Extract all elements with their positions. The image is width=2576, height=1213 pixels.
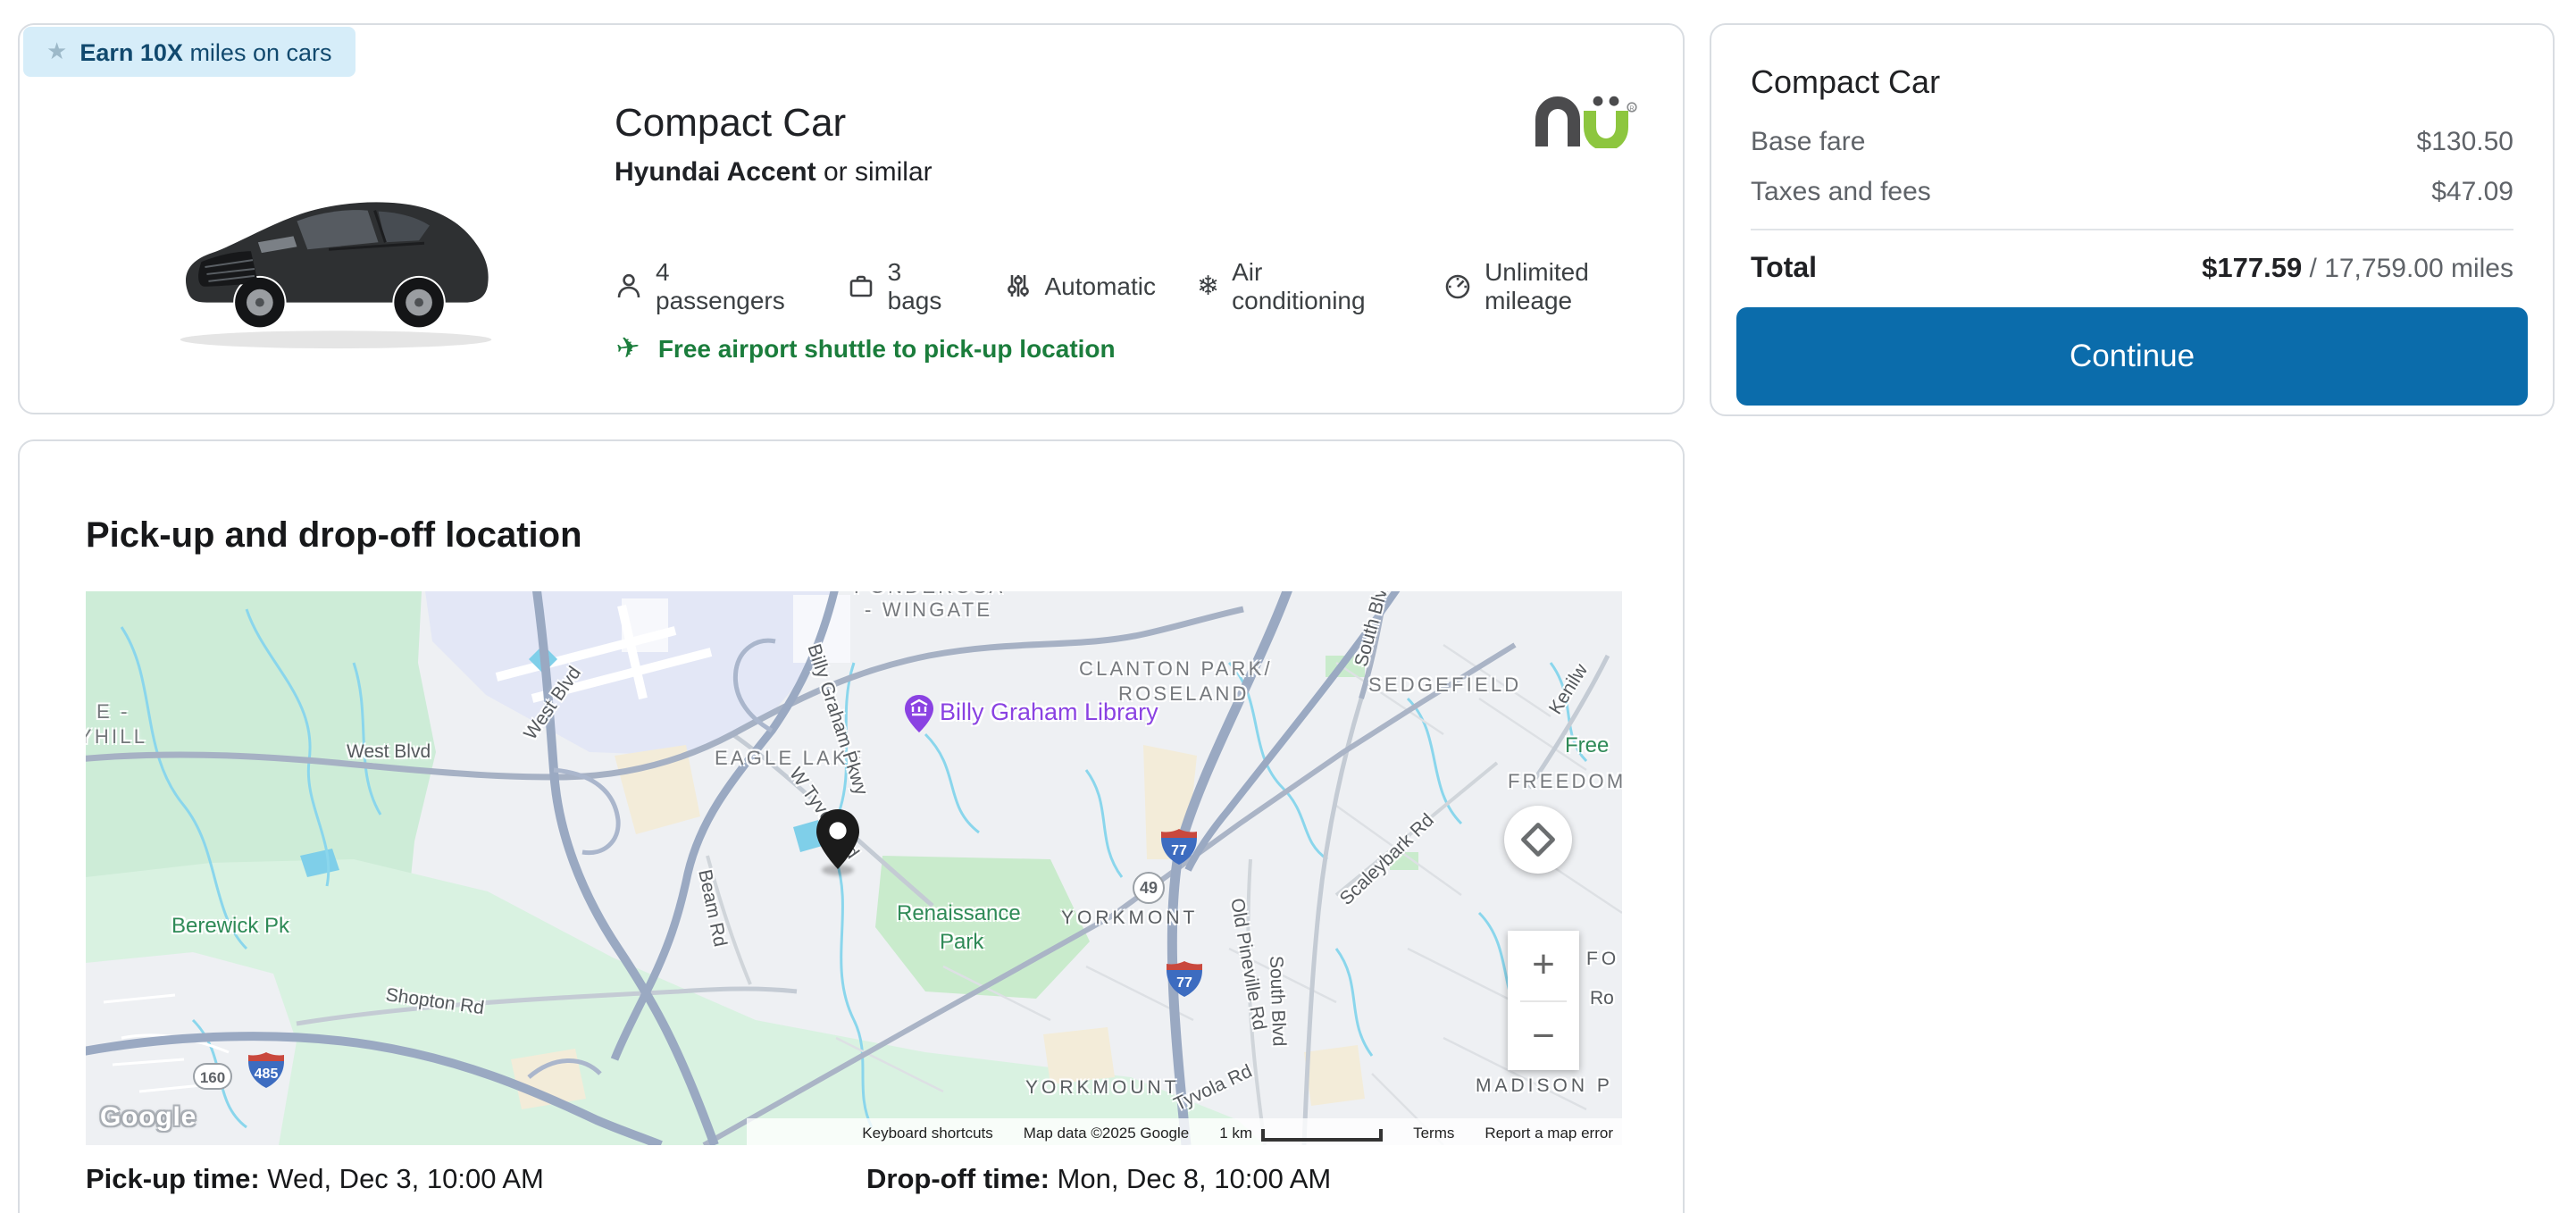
page: ★ Earn 10X miles on cars Compact Car Hyu… [0, 0, 2576, 1213]
vehicle-card: ★ Earn 10X miles on cars Compact Car Hyu… [18, 23, 1685, 414]
google-map[interactable]: PONDEROSA- WINGATECLANTON PARK/ROSELANDS… [86, 591, 1622, 1145]
pickup-location-marker[interactable] [815, 807, 861, 872]
taxes-label: Taxes and fees [1751, 177, 1931, 207]
map-pan-control[interactable] [1504, 806, 1572, 874]
feature-item: ❄ Air conditioning [1197, 257, 1402, 314]
feature-item: Automatic [1003, 272, 1156, 300]
car-photo [159, 182, 513, 354]
svg-text:77: 77 [1176, 975, 1192, 991]
map-label: CLANTON PARK/ [1079, 659, 1273, 681]
location-card: Pick-up and drop-off location [18, 439, 1685, 1213]
map-label: - WINGATE [865, 600, 992, 622]
vehicle-title: Compact Car [615, 100, 846, 146]
summary-divider [1751, 229, 2513, 230]
continue-button[interactable]: Continue [1736, 307, 2528, 406]
transmission-icon [1003, 272, 1032, 300]
location-heading: Pick-up and drop-off location [86, 516, 582, 557]
base-fare-label: Base fare [1751, 127, 1865, 157]
map-label: Berewick Pk [171, 913, 289, 938]
feature-label: 3 bags [888, 257, 963, 314]
shuttle-perk: ✈ Free airport shuttle to pick-up locati… [616, 330, 1116, 366]
svg-text:R: R [1629, 105, 1634, 113]
map-label: E - [96, 702, 130, 724]
map-label: Ro [1590, 988, 1614, 1009]
summary-title: Compact Car [1751, 64, 1940, 102]
earn-miles-badge: ★ Earn 10X miles on cars [23, 27, 355, 77]
feature-item: Unlimited mileage [1443, 257, 1683, 314]
report-map-error-link[interactable]: Report a map error [1485, 1123, 1613, 1141]
feature-label: 4 passengers [656, 257, 806, 314]
map-zoom-control: + − [1508, 931, 1579, 1070]
feature-label: Unlimited mileage [1485, 257, 1683, 314]
nu-car-rentals-logo: R [1529, 95, 1640, 148]
taxes-row: Taxes and fees $47.09 [1751, 177, 2513, 207]
map-label: YORKMONT [1061, 908, 1198, 929]
airplane-icon: ✈ [614, 329, 642, 367]
library-poi-icon[interactable] [904, 695, 934, 732]
map-label: Renaissance [897, 900, 1021, 925]
map-label: FREEDOM [1508, 772, 1622, 793]
map-scale: 1 km [1219, 1123, 1383, 1141]
dropoff-time: Drop-off time: Mon, Dec 8, 10:00 AM [866, 1165, 1331, 1197]
map-label: PONDEROSA [854, 591, 1005, 598]
feature-label: Air conditioning [1232, 257, 1402, 314]
map-label: Park [940, 929, 983, 954]
map-label: YORKMOUNT [1025, 1077, 1180, 1099]
total-label: Total [1751, 254, 1817, 286]
highway-shield-160: 160 [193, 1063, 232, 1090]
base-fare-row: Base fare $130.50 [1751, 127, 2513, 157]
highway-shield-77: 77 [1165, 961, 1204, 1006]
map-label: South Blvd [1265, 956, 1290, 1047]
pickup-time: Pick-up time: Wed, Dec 3, 10:00 AM [86, 1165, 544, 1197]
total-row: Total $177.59 / 17,759.00 miles [1751, 254, 2513, 286]
map-label: YHILL [86, 727, 147, 749]
base-fare-value: $130.50 [2417, 127, 2513, 157]
keyboard-shortcuts-link[interactable]: Keyboard shortcuts [862, 1123, 992, 1141]
map-attribution: Keyboard shortcuts Map data ©2025 Google… [747, 1118, 1622, 1145]
highway-shield-49: 49 [1133, 872, 1165, 904]
library-poi-label[interactable]: Billy Graham Library [940, 699, 1158, 725]
pan-arrows-icon [1518, 820, 1558, 859]
svg-text:77: 77 [1171, 843, 1187, 858]
map-label: MADISON P [1476, 1075, 1613, 1097]
shuttle-perk-text: Free airport shuttle to pick-up location [658, 334, 1116, 363]
zoom-out-button[interactable]: − [1508, 1001, 1579, 1070]
svg-text:485: 485 [255, 1067, 279, 1082]
google-logo[interactable]: Google [100, 1102, 197, 1133]
highway-shield-77: 77 [1159, 829, 1199, 874]
map-label: FO [1586, 949, 1619, 970]
ac-icon: ❄ [1197, 272, 1219, 300]
bag-icon [847, 272, 875, 300]
feature-label: Automatic [1044, 272, 1156, 300]
price-summary-panel: Compact Car Base fare $130.50 Taxes and … [1710, 23, 2555, 416]
star-icon: ★ [46, 38, 67, 66]
zoom-in-button[interactable]: + [1508, 931, 1579, 1000]
feature-item: 4 passengers [615, 257, 806, 314]
map-data-text: Map data ©2025 Google [1024, 1123, 1190, 1141]
highway-shield-485: 485 [243, 1052, 289, 1097]
badge-text: Earn 10X miles on cars [79, 38, 331, 65]
taxes-value: $47.09 [2431, 177, 2513, 207]
map-label: SEDGEFIELD [1368, 675, 1521, 697]
scale-bar [1261, 1128, 1383, 1141]
total-value: $177.59 / 17,759.00 miles [2202, 254, 2513, 286]
feature-item: 3 bags [847, 257, 963, 314]
vehicle-features: 4 passengers 3 bags Automatic ❄ Air conditio… [615, 257, 1683, 314]
map-label: Free [1565, 732, 1609, 757]
vehicle-model: Hyundai Accent or similar [615, 157, 933, 188]
terms-link[interactable]: Terms [1413, 1123, 1454, 1141]
passenger-icon [615, 272, 643, 300]
mileage-icon [1443, 272, 1472, 300]
map-label: West Blvd [347, 741, 431, 763]
